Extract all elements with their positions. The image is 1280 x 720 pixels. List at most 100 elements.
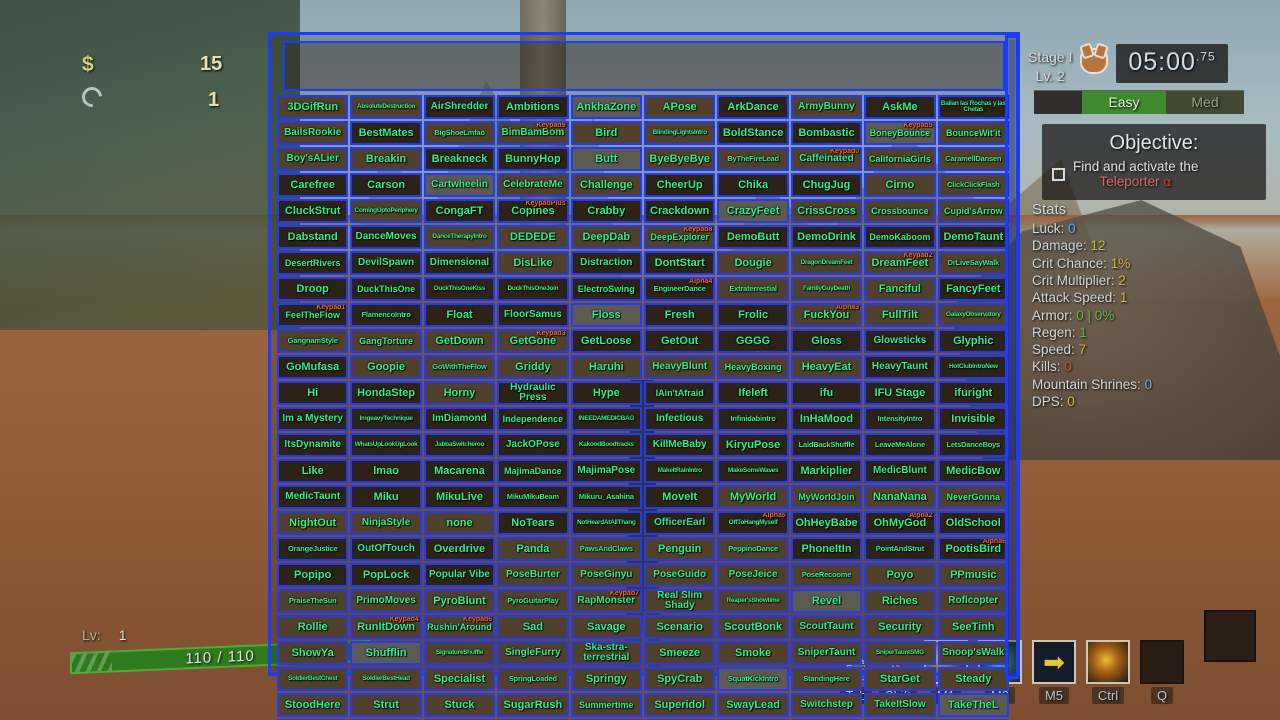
emote-button[interactable]: Dougie — [717, 251, 789, 275]
emote-button[interactable]: GetDown — [423, 329, 496, 353]
emote-button[interactable]: Glyphic — [937, 329, 1009, 353]
emote-button[interactable]: CaliforniaGirls — [864, 147, 936, 171]
scrollbar-thumb[interactable] — [1009, 40, 1015, 640]
emote-button[interactable]: HeavyTaunt — [864, 355, 936, 379]
emote-button[interactable]: Steady — [937, 667, 1009, 691]
emote-button[interactable]: Roflcopter — [937, 589, 1009, 613]
emote-button[interactable]: Droop — [277, 277, 349, 301]
emote-button[interactable]: SwayLead — [717, 693, 789, 717]
emote-button[interactable]: SquatKickIntro — [717, 667, 789, 691]
emote-button[interactable]: MyWorldJoin — [790, 485, 863, 509]
emote-button[interactable]: BestMates — [350, 121, 422, 145]
emote-button[interactable]: AbsoluteDestruction — [350, 95, 422, 119]
emote-button[interactable]: Crabby — [570, 199, 642, 223]
emote-button[interactable]: IAin'tAfraid — [644, 381, 716, 405]
emote-button[interactable]: Cupid'sArrow — [937, 199, 1009, 223]
emote-button[interactable]: DemoKaboom — [864, 225, 936, 249]
emote-button[interactable]: Smoke — [717, 641, 789, 665]
emote-button[interactable]: Shufflin — [350, 641, 422, 665]
emote-button[interactable]: Cirno — [864, 173, 936, 197]
emote-button[interactable]: OutOfTouch — [350, 537, 422, 561]
emote-button[interactable]: Strut — [350, 693, 422, 717]
emote-button[interactable]: FamilyGuyDeath — [790, 277, 863, 301]
emote-button[interactable]: APose — [644, 95, 716, 119]
emote-button[interactable]: Springy — [570, 667, 642, 691]
emote-button[interactable]: Butt — [570, 147, 642, 171]
emote-button[interactable]: FloorSamus — [497, 303, 569, 327]
emote-button[interactable]: SingleFurry — [497, 641, 569, 665]
emote-button[interactable]: PoseJeice — [717, 563, 789, 587]
emote-button[interactable]: Keypad8 DeepExplorer — [644, 225, 716, 249]
emote-button[interactable]: ShowYa — [277, 641, 349, 665]
emote-button[interactable]: DevilSpawn — [350, 251, 422, 275]
emote-button[interactable]: SugarRush — [497, 693, 569, 717]
emote-button[interactable]: Keypad7 RapMonster — [570, 589, 642, 613]
emote-button[interactable]: ByTheFireLead — [717, 147, 789, 171]
special-skill-slot[interactable]: Ctrl — [1085, 640, 1131, 704]
emote-button[interactable]: MajimaPose — [570, 459, 642, 483]
emote-button[interactable]: PyroGuitarPlay — [497, 589, 569, 613]
emote-button[interactable]: PoseRecoome — [790, 563, 863, 587]
emote-button[interactable]: NinjaStyle — [350, 511, 422, 535]
emote-button[interactable]: Keypad6 Rushin'Around — [423, 615, 496, 639]
emote-button[interactable]: Savage — [570, 615, 642, 639]
emote-button[interactable]: 3DGifRun — [277, 95, 349, 119]
emote-button[interactable]: PyroBlunt — [423, 589, 496, 613]
emote-button[interactable]: Panda — [497, 537, 569, 561]
emote-button[interactable]: BunnyHop — [497, 147, 569, 171]
emote-button[interactable]: Extraterrestial — [717, 277, 789, 301]
emote-button[interactable]: Revel — [790, 589, 863, 613]
emote-button[interactable]: ImDiamond — [423, 407, 496, 431]
emote-button[interactable]: CheerUp — [644, 173, 716, 197]
emote-button[interactable]: Infectious — [644, 407, 716, 431]
emote-button[interactable]: Keypad0 Caffeinated — [790, 147, 863, 171]
emote-button[interactable]: Breakneck — [423, 147, 496, 171]
emote-button[interactable]: IntensityIntro — [864, 407, 936, 431]
emote-button[interactable]: PopLock — [350, 563, 422, 587]
emote-button[interactable]: PointAndStrut — [864, 537, 936, 561]
emote-button[interactable]: LetsDanceBoys — [937, 433, 1009, 457]
emote-button[interactable]: OhHeyBabe — [790, 511, 863, 535]
emote-button[interactable]: Fanciful — [864, 277, 936, 301]
emote-button[interactable]: Penguin — [644, 537, 716, 561]
emote-button[interactable]: ClickClickFlash — [937, 173, 1009, 197]
emote-button[interactable]: Independence — [497, 407, 569, 431]
emote-button[interactable]: AskMe — [864, 95, 936, 119]
emote-button[interactable]: GetLoose — [570, 329, 642, 353]
emote-button[interactable]: PhoneItIn — [790, 537, 863, 561]
emote-button[interactable]: Glowsticks — [864, 329, 936, 353]
emote-button[interactable]: ChugJug — [790, 173, 863, 197]
emote-button[interactable]: DemoTaunt — [937, 225, 1009, 249]
equipment-display-slot[interactable] — [1204, 610, 1256, 662]
emote-button[interactable]: Invisible — [937, 407, 1009, 431]
emote-button[interactable]: MikuMikuBeam — [497, 485, 569, 509]
emote-button[interactable]: MedicTaunt — [277, 485, 349, 509]
emote-button[interactable]: Gloss — [790, 329, 863, 353]
emote-button[interactable]: Infinidabintro — [717, 407, 789, 431]
emote-button[interactable]: HeavyEat — [790, 355, 863, 379]
emote-button[interactable]: AnkhaZone — [570, 95, 642, 119]
emote-button[interactable]: NanaNana — [864, 485, 936, 509]
emote-button[interactable]: KeypadPlus Copines — [497, 199, 569, 223]
emote-button[interactable]: OrangeJustice — [277, 537, 349, 561]
emote-button[interactable]: Cartwheelin — [423, 173, 496, 197]
emote-button[interactable]: MyWorld — [717, 485, 789, 509]
emote-button[interactable]: Switchstep — [790, 693, 863, 717]
emote-button[interactable]: Hype — [570, 381, 642, 405]
emote-button[interactable]: Reaper'sShowtime — [717, 589, 789, 613]
emote-button[interactable]: Dimensional — [423, 251, 496, 275]
emote-button[interactable]: Hi — [277, 381, 349, 405]
emote-button[interactable]: ComingUptoPeriphery — [350, 199, 422, 223]
emote-button[interactable]: Ska-stra-terrestrial — [570, 641, 642, 665]
emote-button[interactable]: MakeItRainIntro — [644, 459, 716, 483]
emote-button[interactable]: NoTears — [497, 511, 569, 535]
emote-button[interactable]: NightOut — [277, 511, 349, 535]
emote-button[interactable]: Ifeleft — [717, 381, 789, 405]
emote-button[interactable]: MikuLive — [423, 485, 496, 509]
emote-button[interactable]: StoodHere — [277, 693, 349, 717]
emote-button[interactable]: KillMeBaby — [644, 433, 716, 457]
emote-button[interactable]: Keypad5 BoneyBounce — [864, 121, 936, 145]
emote-button[interactable]: BigShoeLmfao — [423, 121, 496, 145]
emote-button[interactable]: Keypad3 GetGone — [497, 329, 569, 353]
emote-button[interactable]: DontStart — [644, 251, 716, 275]
